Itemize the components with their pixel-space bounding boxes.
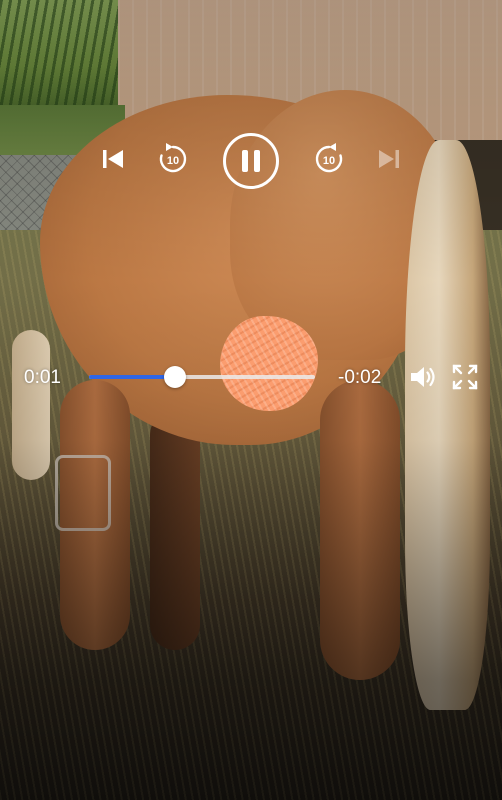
- pause-icon: [222, 132, 280, 190]
- volume-button[interactable]: [408, 362, 438, 392]
- remaining-time: -0:02: [338, 367, 382, 388]
- pause-button[interactable]: [222, 132, 280, 190]
- elapsed-time: 0:01: [24, 367, 61, 388]
- next-button[interactable]: [374, 144, 404, 174]
- skip-next-icon: [375, 145, 403, 173]
- scrubber-bar: 0:01 -0:02: [0, 358, 502, 398]
- rewind-seconds-label: 10: [167, 155, 179, 167]
- transport-controls: 10 10: [0, 130, 502, 190]
- progress-fill: [89, 375, 175, 379]
- volume-icon: [408, 362, 438, 392]
- progress-track[interactable]: [89, 366, 315, 388]
- progress-thumb[interactable]: [164, 366, 186, 388]
- fullscreen-button[interactable]: [450, 362, 480, 392]
- rewind-10-button[interactable]: 10: [156, 142, 190, 176]
- skip-previous-icon: [99, 145, 127, 173]
- forward-seconds-label: 10: [323, 155, 335, 167]
- video-frame[interactable]: [0, 0, 502, 800]
- previous-button[interactable]: [98, 144, 128, 174]
- forward-10-icon: 10: [312, 142, 346, 176]
- fullscreen-icon: [451, 363, 479, 391]
- rewind-10-icon: 10: [156, 142, 190, 176]
- forward-10-button[interactable]: 10: [312, 142, 346, 176]
